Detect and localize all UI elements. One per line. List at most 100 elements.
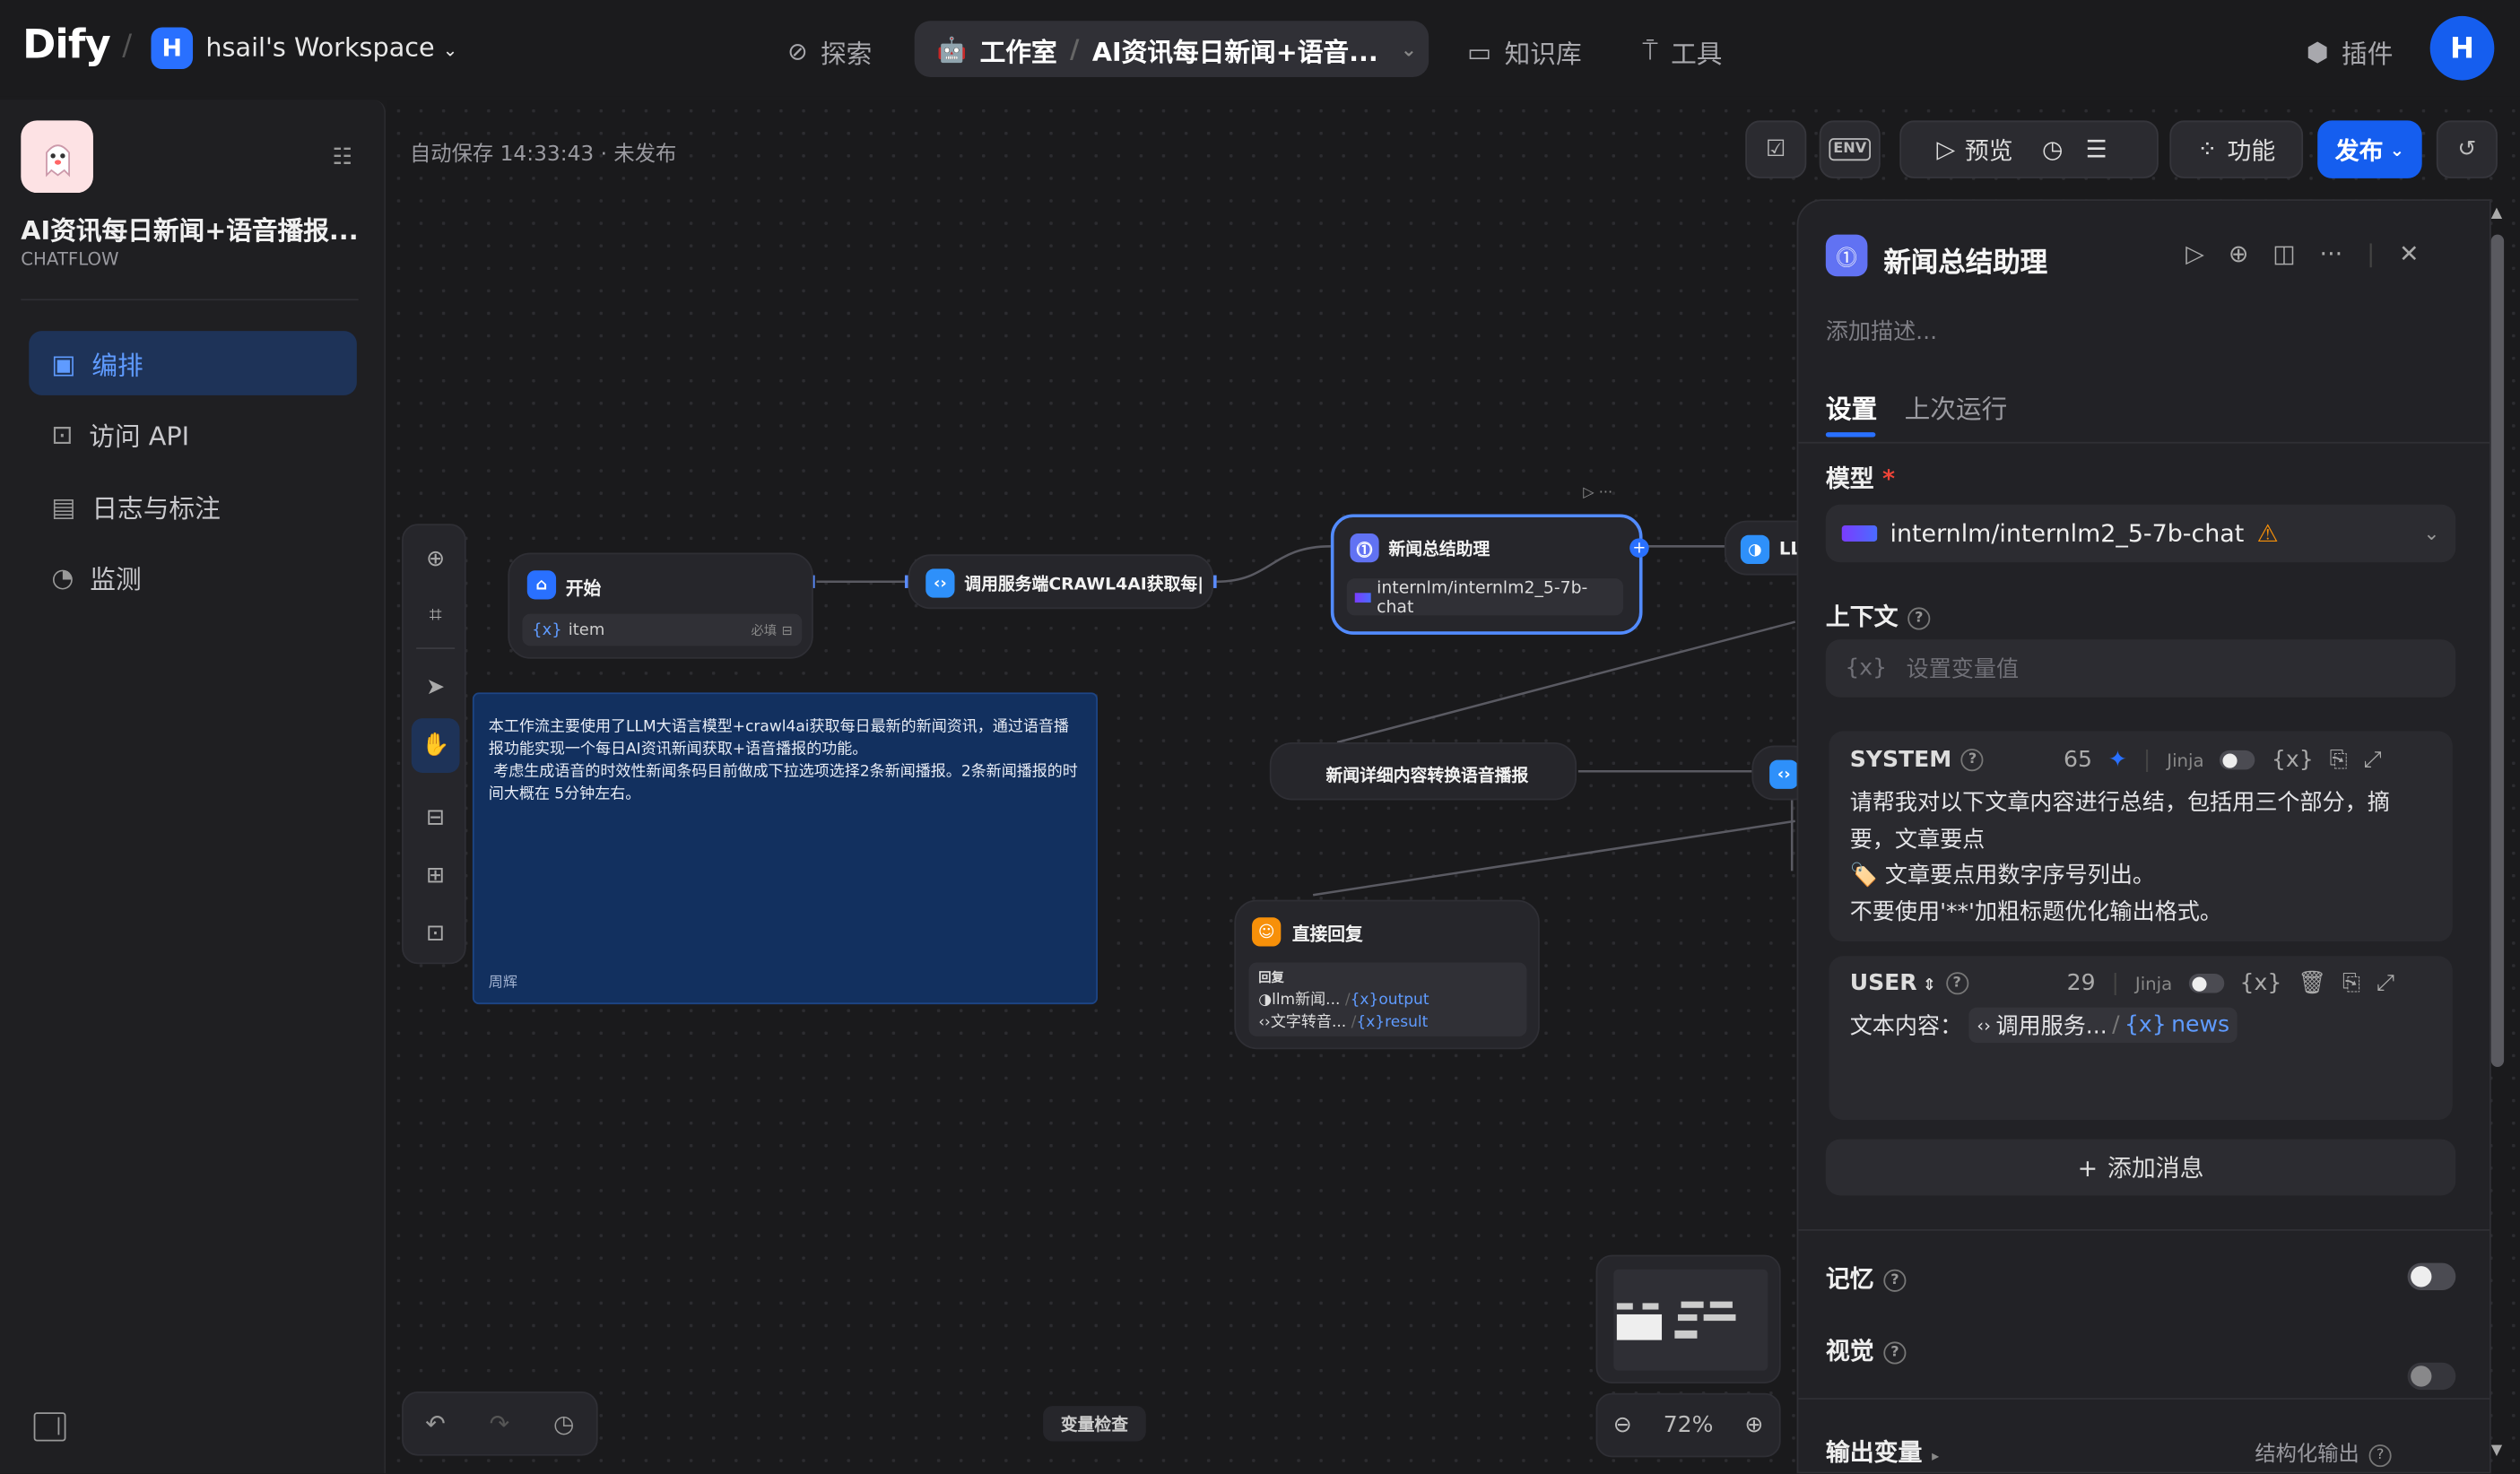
node-tts[interactable]: 新闻详细内容转换语音播报 [1269,741,1577,801]
copy-icon[interactable]: ⎘ [2330,747,2348,773]
avatar[interactable]: H [2429,15,2495,81]
vision-toggle[interactable] [2407,1362,2456,1391]
add-note-icon[interactable]: ⌗ [420,599,452,631]
system-prompt-text[interactable]: 请帮我对以下文章内容进行总结，包括用三个部分，摘 要，文章要点 🏷️ 文章要点用… [1850,785,2429,930]
expand-icon[interactable]: ⤢ [2377,970,2394,996]
workspace-badge[interactable]: H [151,27,194,70]
nav-tools[interactable]: ⍑ 工具 [1643,32,1723,71]
answer-var-row: ◑llm新闻... /{x}output [1258,991,1429,1010]
node-http-crawl[interactable]: ‹› 调用服务端CRAWL4AI获取每| [908,554,1214,610]
var-source: 文字转音... [1270,1013,1347,1032]
user-role-selector[interactable]: USER ⇕? [1850,970,1968,996]
copy-icon[interactable]: ⎘ [2342,970,2360,996]
output-vars-label: 输出变量 [1825,1437,1923,1468]
organize-icon[interactable]: ⊞ [420,860,452,892]
panel-title[interactable]: 新闻总结助理 [1883,239,2047,280]
minimap-toggle-icon[interactable]: ⊡ [420,917,452,949]
add-node-icon[interactable]: ⊕ [420,543,452,576]
code-icon: ‹› [1258,1013,1271,1032]
pointer-icon[interactable]: ➤ [420,672,452,704]
note-card[interactable]: 本工作流主要使用了LLM大语言模型+crawl4ai获取每日最新的新闻资讯，通过… [472,692,1099,1005]
model-name: internlm/internlm2_5-7b-chat [1890,518,2245,549]
expand-icon[interactable]: ⤢ [2364,747,2382,773]
help-icon[interactable]: ? [1907,606,1931,629]
history-icon[interactable]: ◷ [553,1409,574,1438]
zoom-in-icon[interactable]: ⊕ [1744,1412,1763,1438]
workspace-switcher[interactable]: hsail's Workspace ⌄ [205,32,457,63]
dify-logo[interactable]: Dify [22,21,111,67]
collapse-settings-icon[interactable]: ☷ [326,142,359,174]
close-icon[interactable]: ✕ [2399,239,2420,268]
user-prompt-text[interactable]: 文本内容： ‹› 调用服务... / {x} news [1850,1007,2238,1044]
var-name: result [1385,1013,1429,1032]
variable-chip[interactable]: ‹› 调用服务... / {x} news [1968,1007,2238,1044]
undo-redo-bar: ↶ ↷ ◷ [402,1391,598,1456]
code-icon: ‹› [1769,759,1799,789]
variable-insert-icon[interactable]: {x} [2272,747,2314,773]
output-variables-toggle[interactable]: 输出变量 ▸ [1826,1435,1939,1469]
current-app-selector[interactable]: AI资讯每日新闻+语音... [1092,30,1378,68]
answer-var-row: ‹›文字转音... /{x}result [1258,1013,1429,1032]
scrollbar-thumb[interactable] [2490,234,2505,1067]
panel-layout-icon[interactable]: ◫ [2272,239,2295,268]
node-answer[interactable]: ☺ 直接回复 回复 ◑llm新闻... /{x}output ‹›文字转音...… [1234,899,1540,1050]
panel-scrollbar[interactable]: ▲ ▼ [2490,205,2505,1467]
user-prompt-editor[interactable]: USER ⇕? 29 | Jinja {x} 🗑 ⎘ ⤢ 文本内容： ‹› 调用服… [1829,956,2453,1121]
context-placeholder: 设置变量值 [1906,656,2020,683]
help-icon[interactable]: ? [1945,972,1968,995]
sidebar-item-orchestrate[interactable]: ▣ 编排 [29,331,357,395]
redo-icon[interactable]: ↷ [490,1409,510,1438]
variable-insert-icon[interactable]: {x} [2240,970,2282,996]
help-icon[interactable]: ? [2368,1444,2392,1467]
node-title: 直接回复 [1291,923,1363,945]
description-input[interactable]: 添加描述... [1826,315,1937,347]
more-icon[interactable]: ··· [2320,239,2343,268]
export-image-icon[interactable]: ⊟ [420,802,452,834]
help-icon[interactable]: ? [1883,1268,1907,1291]
node-action-icons[interactable]: ▷ ··· [1583,485,1612,501]
var-inspect-button[interactable]: 变量检查 [1043,1406,1146,1442]
tab-settings[interactable]: 设置 [1826,387,1877,426]
trash-icon[interactable]: 🗑 [2298,970,2326,996]
model-selector[interactable]: internlm/internlm2_5-7b-chat ⚠ ⌄ [1825,504,2456,563]
plugins-label: 插件 [2342,39,2394,70]
node-llm-summary[interactable]: ⓵ 新闻总结助理 internlm/internlm2_5-7b-chat + [1330,514,1649,635]
help-target-icon[interactable]: ⊕ [2229,239,2249,268]
hand-icon[interactable]: ✋ [420,730,452,762]
start-variable: {x} item 必填 ⊟ [522,613,803,646]
zoom-out-icon[interactable]: ⊖ [1613,1412,1632,1438]
vision-label-text: 视觉 [1825,1337,1874,1366]
context-variable-input[interactable]: {x} 设置变量值 [1825,639,2456,698]
help-icon[interactable]: ? [1961,749,1985,772]
nav-explore[interactable]: ⊘ 探索 [787,32,872,71]
nav-knowledge[interactable]: ▭ 知识库 [1467,32,1581,71]
undo-icon[interactable]: ↶ [425,1409,446,1438]
divider [21,299,359,301]
add-next-icon[interactable]: + [1629,538,1649,558]
system-prompt-editor[interactable]: SYSTEM? 65 ✦ | Jinja {x} ⎘ ⤢ 请帮我对以下文章内容进… [1829,731,2453,942]
help-icon[interactable]: ? [1883,1340,1907,1364]
memory-toggle[interactable] [2407,1262,2456,1291]
toggle-sidebar-icon[interactable] [33,1412,66,1442]
scroll-down-icon[interactable]: ▼ [2491,1443,2502,1459]
sidebar-item-label: 访问 API [89,421,190,452]
char-count: 29 [2066,970,2096,997]
tab-last-run[interactable]: 上次运行 [1905,387,2008,426]
jinja-toggle[interactable] [2220,750,2255,770]
run-icon[interactable]: ▷ [2185,239,2204,268]
system-label: SYSTEM? [1850,747,1985,773]
minimap[interactable] [1595,1254,1781,1383]
memory-label-text: 记忆 [1825,1264,1874,1294]
nav-studio[interactable]: 🤖 工作室 / AI资讯每日新闻+语音... ⌄ [914,21,1429,78]
zoom-level[interactable]: 72% [1664,1412,1714,1438]
sidebar-item-api[interactable]: ⊡ 访问 API [29,402,357,466]
plugins-button[interactable]: ⬢ 插件 [2307,32,2394,71]
sidebar-item-monitor[interactable]: ◔ 监测 [29,545,357,610]
jinja-toggle[interactable] [2188,974,2224,993]
sidebar-item-logs[interactable]: ▤ 日志与标注 [29,474,357,539]
add-message-button[interactable]: + 添加消息 [1825,1139,2456,1196]
scroll-up-icon[interactable]: ▲ [2491,205,2502,221]
sparkle-icon[interactable]: ✦ [2108,747,2127,773]
node-title: 新闻总结助理 [1388,540,1490,559]
node-start[interactable]: ⌂ 开始 {x} item 必填 ⊟ [508,552,813,659]
